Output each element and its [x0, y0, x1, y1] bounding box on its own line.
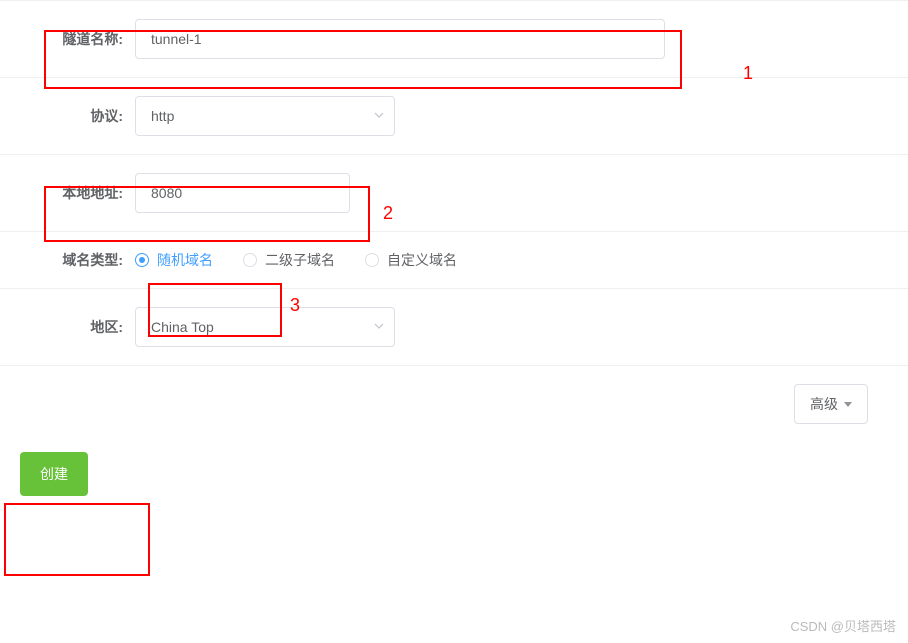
advanced-button[interactable]: 高级 — [794, 384, 868, 424]
region-select[interactable] — [135, 307, 395, 347]
region-select-input[interactable] — [135, 307, 395, 347]
radio-label: 随机域名 — [157, 250, 213, 270]
row-region: 地区: — [0, 289, 908, 366]
radio-custom-domain[interactable]: 自定义域名 — [365, 250, 457, 270]
radio-random-domain[interactable]: 随机域名 — [135, 250, 213, 270]
protocol-select-input[interactable] — [135, 96, 395, 136]
annotation-box-create — [4, 503, 150, 576]
row-protocol: 协议: — [0, 78, 908, 155]
row-domain-type: 域名类型: 随机域名 二级子域名 自定义域名 — [0, 232, 908, 289]
radio-icon — [135, 253, 149, 267]
advanced-button-label: 高级 — [810, 394, 838, 414]
radio-label: 二级子域名 — [265, 250, 335, 270]
label-domain-type: 域名类型: — [0, 250, 135, 270]
protocol-select[interactable] — [135, 96, 395, 136]
row-advanced: 高级 — [0, 366, 908, 442]
watermark: CSDN @贝塔西塔 — [790, 616, 896, 635]
label-region: 地区: — [0, 317, 135, 337]
radio-icon — [365, 253, 379, 267]
create-button[interactable]: 创建 — [20, 452, 88, 496]
radio-icon — [243, 253, 257, 267]
radio-subdomain[interactable]: 二级子域名 — [243, 250, 335, 270]
triangle-down-icon — [844, 402, 852, 407]
label-protocol: 协议: — [0, 106, 135, 126]
row-create: 创建 — [0, 442, 908, 496]
label-tunnel-name: 隧道名称: — [0, 29, 135, 49]
label-local-addr: 本地地址: — [0, 183, 135, 203]
domain-type-radio-group: 随机域名 二级子域名 自定义域名 — [135, 250, 457, 270]
row-tunnel-name: 隧道名称: — [0, 0, 908, 78]
row-local-addr: 本地地址: — [0, 155, 908, 232]
tunnel-name-input[interactable] — [135, 19, 665, 59]
local-addr-input[interactable] — [135, 173, 350, 213]
radio-label: 自定义域名 — [387, 250, 457, 270]
